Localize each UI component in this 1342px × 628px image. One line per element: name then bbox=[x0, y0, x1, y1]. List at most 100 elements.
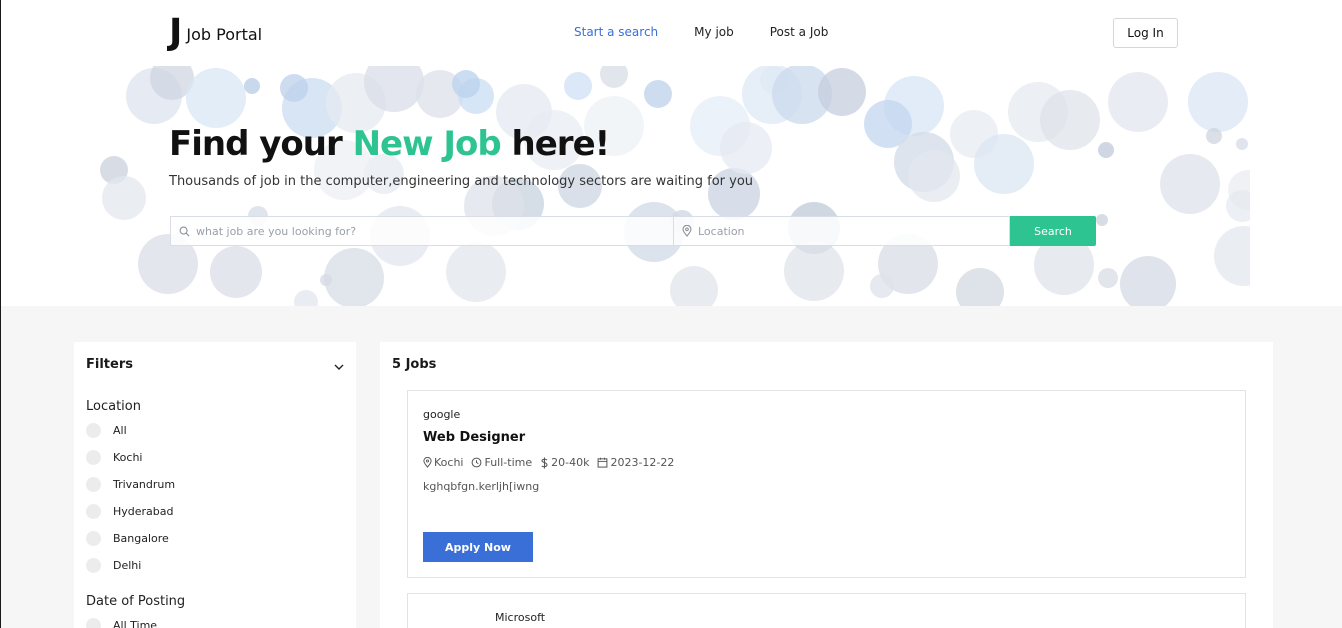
decorative-bubble bbox=[818, 68, 866, 116]
filters-panel: Filters Location All Kochi Trivandrum Hy… bbox=[74, 342, 356, 628]
filters-title: Filters bbox=[86, 357, 133, 372]
decorative-bubble bbox=[1096, 214, 1108, 226]
decorative-bubble bbox=[244, 78, 260, 94]
logo-text: Job Portal bbox=[186, 24, 263, 44]
hero-subtitle: Thousands of job in the computer,enginee… bbox=[169, 174, 754, 189]
location-option-hyderabad[interactable]: Hyderabad bbox=[86, 504, 174, 519]
option-label: Trivandrum bbox=[113, 478, 176, 491]
location-option-delhi[interactable]: Delhi bbox=[86, 558, 141, 573]
decorative-bubble bbox=[324, 248, 384, 306]
decorative-bubble bbox=[600, 66, 628, 88]
option-label: All Time bbox=[113, 619, 158, 628]
job-description: kghqbfgn.kerljh[iwng bbox=[423, 480, 540, 493]
decorative-bubble bbox=[1226, 190, 1250, 222]
location-option-all[interactable]: All bbox=[86, 423, 127, 438]
decorative-bubble bbox=[294, 290, 318, 306]
job-card: Microsoft bbox=[407, 593, 1246, 628]
decorative-bubble bbox=[1120, 256, 1176, 306]
job-meta: Kochi Full-time 20-40k 2023-12-22 bbox=[423, 456, 674, 469]
job-search-field bbox=[170, 216, 674, 246]
job-type-text: Full-time bbox=[484, 456, 533, 469]
option-label: Kochi bbox=[113, 451, 143, 464]
job-type: Full-time bbox=[471, 456, 532, 469]
job-salary-text: 20-40k bbox=[551, 456, 590, 469]
decorative-bubble bbox=[280, 74, 308, 102]
decorative-bubble bbox=[670, 266, 718, 306]
hero-title: Find your New Job here! bbox=[169, 124, 611, 164]
nav-start-search[interactable]: Start a search bbox=[574, 25, 658, 39]
hero-title-accent: New Job bbox=[352, 124, 502, 164]
clock-icon bbox=[472, 457, 482, 468]
decorative-bubble bbox=[644, 80, 672, 108]
job-title[interactable]: Web Designer bbox=[423, 430, 525, 445]
radio-button[interactable] bbox=[86, 504, 101, 519]
decorative-bubble bbox=[1098, 142, 1114, 158]
search-bar: Search bbox=[170, 216, 1096, 246]
logo[interactable]: J Job Portal bbox=[169, 12, 263, 53]
nav-post-job[interactable]: Post a Job bbox=[770, 25, 829, 39]
hero-title-part: here! bbox=[500, 124, 611, 164]
decorative-bubble bbox=[974, 134, 1034, 194]
decorative-bubble bbox=[186, 68, 246, 128]
option-label: All bbox=[113, 424, 127, 437]
decorative-bubble bbox=[210, 246, 262, 298]
decorative-bubble bbox=[956, 268, 1004, 306]
radio-button[interactable] bbox=[86, 450, 101, 465]
search-icon bbox=[179, 226, 190, 236]
search-button[interactable]: Search bbox=[1010, 216, 1096, 246]
decorative-bubble bbox=[446, 242, 506, 302]
decorative-bubble bbox=[908, 150, 960, 202]
decorative-bubble bbox=[784, 241, 844, 301]
apply-now-button[interactable]: Apply Now bbox=[423, 532, 533, 562]
radio-button[interactable] bbox=[86, 423, 101, 438]
jobs-count: 5 Jobs bbox=[392, 357, 437, 372]
job-location-text: Kochi bbox=[434, 456, 464, 469]
main-nav: Start a search My job Post a Job bbox=[574, 25, 828, 39]
decorative-bubble bbox=[870, 274, 894, 298]
decorative-bubble bbox=[452, 70, 480, 98]
job-salary: 20-40k bbox=[540, 456, 589, 469]
location-pin-icon bbox=[682, 225, 692, 237]
decorative-bubble bbox=[320, 274, 332, 286]
logo-mark: J bbox=[169, 12, 182, 53]
location-option-bangalore[interactable]: Bangalore bbox=[86, 531, 169, 546]
job-company: google bbox=[423, 408, 461, 421]
decorative-bubble bbox=[1206, 128, 1222, 144]
radio-button[interactable] bbox=[86, 618, 101, 628]
jobs-panel: 5 Jobs google Web Designer Kochi Full-ti… bbox=[380, 342, 1273, 628]
radio-button[interactable] bbox=[86, 531, 101, 546]
job-search-input[interactable] bbox=[196, 224, 641, 238]
nav-my-job[interactable]: My job bbox=[694, 25, 734, 39]
location-option-trivandrum[interactable]: Trivandrum bbox=[86, 477, 175, 492]
job-date: 2023-12-22 bbox=[597, 456, 674, 469]
decorative-bubble bbox=[1214, 226, 1250, 286]
company-logo-icon bbox=[430, 614, 478, 628]
hero-title-part: Find your bbox=[169, 124, 353, 164]
decorative-bubble bbox=[1188, 72, 1248, 132]
decorative-bubble bbox=[102, 176, 146, 220]
location-pin-icon bbox=[423, 457, 432, 468]
date-option-all-time[interactable]: All Time bbox=[86, 618, 157, 628]
decorative-bubble bbox=[1040, 90, 1100, 150]
decorative-bubble bbox=[1108, 72, 1168, 132]
location-option-kochi[interactable]: Kochi bbox=[86, 450, 142, 465]
location-input[interactable] bbox=[698, 224, 993, 238]
date-filter-title: Date of Posting bbox=[86, 594, 186, 609]
decorative-bubble bbox=[564, 72, 592, 100]
dollar-icon bbox=[541, 457, 548, 468]
calendar-icon bbox=[598, 457, 608, 468]
radio-button[interactable] bbox=[86, 477, 101, 492]
top-navbar: J Job Portal Start a search My job Post … bbox=[1, 0, 1342, 66]
option-label: Bangalore bbox=[113, 532, 169, 545]
chevron-down-icon[interactable] bbox=[332, 360, 346, 374]
option-label: Hyderabad bbox=[113, 505, 174, 518]
decorative-bubble bbox=[1236, 138, 1248, 150]
decorative-bubble bbox=[720, 122, 772, 174]
location-field bbox=[674, 216, 1010, 246]
job-location: Kochi bbox=[423, 456, 463, 469]
login-button[interactable]: Log In bbox=[1113, 18, 1178, 48]
job-date-text: 2023-12-22 bbox=[610, 456, 675, 469]
option-label: Delhi bbox=[113, 559, 142, 572]
job-company: Microsoft bbox=[495, 611, 546, 624]
radio-button[interactable] bbox=[86, 558, 101, 573]
